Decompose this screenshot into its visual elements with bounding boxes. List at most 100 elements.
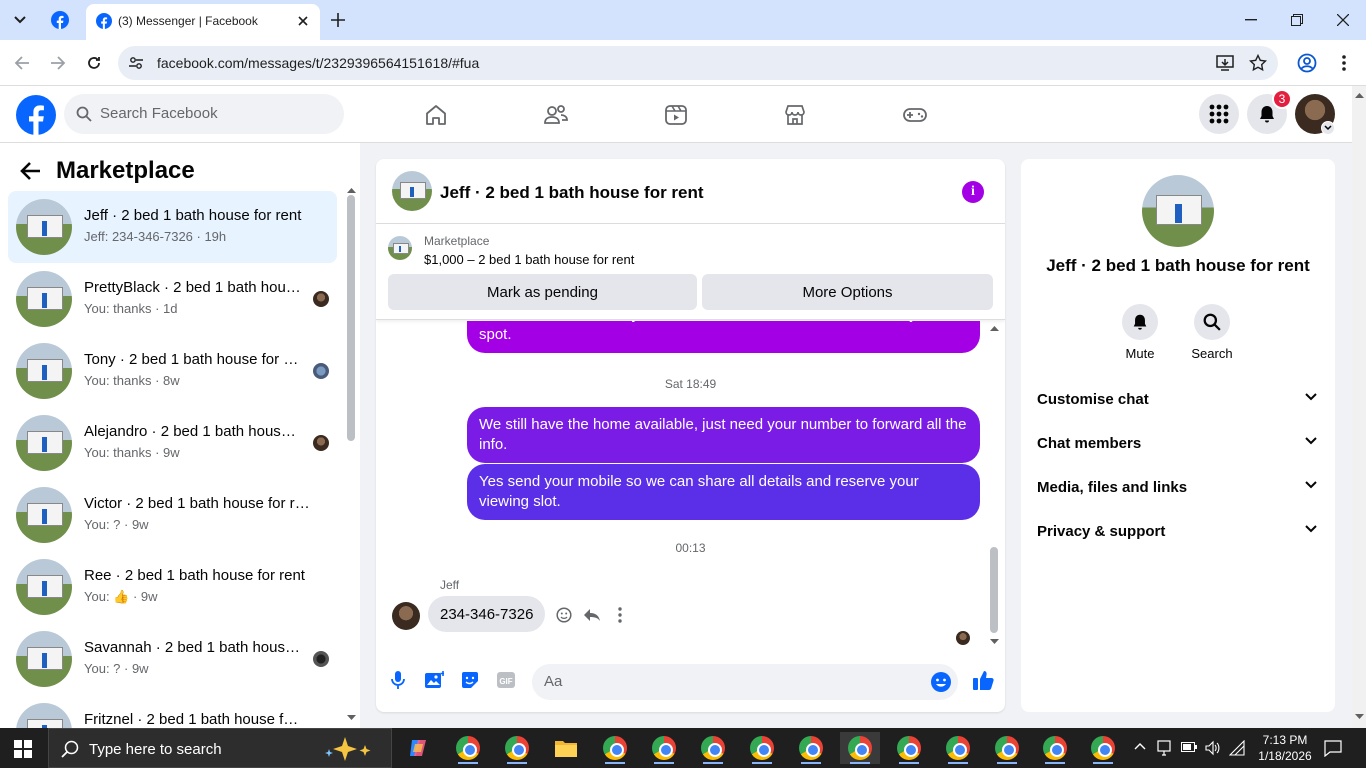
reload-icon[interactable] (82, 51, 106, 75)
browser-menu-icon[interactable] (1336, 53, 1352, 73)
listing-thumbnail (16, 631, 72, 687)
sent-message[interactable]: We still have the home available, just n… (467, 407, 980, 463)
conversation-item[interactable]: Ree · 2 bed 1 bath house for rent You: 👍… (8, 551, 337, 623)
video-icon[interactable] (661, 100, 691, 130)
chrome-app-icon[interactable] (1035, 732, 1075, 764)
conversation-item[interactable]: Tony · 2 bed 1 bath house for rent You: … (8, 335, 337, 407)
chat-title[interactable]: Jeff · 2 bed 1 bath house for rent (440, 183, 704, 203)
reply-icon[interactable] (583, 606, 601, 624)
close-window-icon[interactable] (1320, 0, 1366, 40)
site-settings-icon[interactable] (128, 55, 144, 71)
close-tab-icon[interactable] (294, 12, 312, 30)
chat-scrollbar[interactable] (990, 547, 998, 633)
conversation-item[interactable]: Jeff · 2 bed 1 bath house for rent Jeff:… (8, 191, 337, 263)
conversation-item[interactable]: Alejandro · 2 bed 1 bath house for rent … (8, 407, 337, 479)
sidebar-scrollbar[interactable] (347, 195, 355, 441)
conversation-item[interactable]: Savannah · 2 bed 1 bath house for rent Y… (8, 623, 337, 695)
chrome-app-icon[interactable] (1083, 732, 1123, 764)
listing-thumbnail[interactable] (388, 236, 412, 260)
search-conversation-button[interactable]: Search (1182, 304, 1242, 361)
copilot-icon[interactable] (398, 732, 438, 764)
notification-center-icon[interactable] (1324, 739, 1342, 757)
meet-now-icon[interactable] (1157, 740, 1171, 756)
search-highlight-sparkle-icon (321, 735, 377, 763)
facebook-search-input[interactable]: Search Facebook (64, 94, 344, 134)
chat-scroll-up-icon[interactable] (990, 325, 999, 331)
emoji-picker-icon[interactable] (930, 671, 952, 693)
chat-members-row[interactable]: Chat members (1037, 423, 1319, 467)
tab-search-dropdown-icon[interactable] (8, 8, 32, 32)
customise-chat-row[interactable]: Customise chat (1037, 379, 1319, 423)
section-label: Privacy & support (1037, 523, 1166, 540)
friends-icon[interactable] (541, 100, 571, 130)
chrome-profile-app-icon[interactable] (448, 732, 488, 764)
chrome-app-icon[interactable] (889, 732, 929, 764)
photo-attach-icon[interactable] (422, 668, 446, 692)
account-chevron-icon[interactable] (1321, 121, 1335, 135)
chrome-app-icon[interactable] (791, 732, 831, 764)
conversation-item[interactable]: Fritznel · 2 bed 1 bath house for rent (8, 695, 337, 729)
file-explorer-icon[interactable] (546, 732, 586, 764)
marketplace-icon[interactable] (780, 100, 810, 130)
back-arrow-icon[interactable] (20, 161, 42, 181)
chrome-app-icon[interactable] (987, 732, 1027, 764)
chrome-app-icon[interactable] (497, 732, 537, 764)
windows-start-icon[interactable] (14, 740, 32, 758)
mark-as-pending-button[interactable]: Mark as pending (388, 274, 697, 310)
conversation-item[interactable]: PrettyBlack · 2 bed 1 bath house for ren… (8, 263, 337, 335)
back-icon[interactable] (10, 51, 34, 75)
listing-thumbnail (16, 343, 72, 399)
info-icon[interactable]: i (962, 181, 984, 203)
conversation-avatar[interactable] (1142, 175, 1214, 247)
received-message[interactable]: 234-346-7326 (428, 596, 546, 632)
menu-grid-icon[interactable] (1199, 94, 1239, 134)
chrome-app-icon[interactable] (938, 732, 978, 764)
volume-icon[interactable] (1205, 740, 1221, 756)
chrome-app-icon-active[interactable] (840, 732, 880, 764)
forward-icon[interactable] (46, 51, 70, 75)
wifi-icon[interactable] (1229, 740, 1245, 756)
profile-icon[interactable] (1297, 53, 1317, 73)
minimize-icon[interactable] (1228, 0, 1274, 40)
microphone-icon[interactable] (386, 668, 410, 692)
chrome-app-icon[interactable] (644, 732, 684, 764)
gaming-icon[interactable] (900, 100, 930, 130)
system-clock[interactable]: 7:13 PM 1/18/2026 (1255, 732, 1315, 764)
home-icon[interactable] (421, 100, 451, 130)
page-scroll-down-icon[interactable] (1355, 714, 1364, 720)
conversation-item[interactable]: Victor · 2 bed 1 bath house for rent You… (8, 479, 337, 551)
sidebar-scroll-down-icon[interactable] (347, 715, 356, 721)
page-scroll-up-icon[interactable] (1355, 92, 1364, 98)
battery-icon[interactable] (1181, 742, 1197, 752)
chat-scroll-down-icon[interactable] (990, 639, 999, 645)
restore-icon[interactable] (1274, 0, 1320, 40)
chrome-app-icon[interactable] (742, 732, 782, 764)
show-hidden-icons-icon[interactable] (1134, 742, 1146, 750)
privacy-support-row[interactable]: Privacy & support (1037, 511, 1319, 555)
page-scrollbar[interactable] (1352, 86, 1366, 728)
media-files-links-row[interactable]: Media, files and links (1037, 467, 1319, 511)
sent-message[interactable]: Yes send your mobile so we can share all… (467, 464, 980, 520)
mute-button[interactable]: Mute (1110, 304, 1170, 361)
chat-avatar[interactable] (392, 171, 432, 211)
gif-icon[interactable]: GIF (494, 668, 518, 692)
sender-avatar[interactable] (392, 602, 420, 630)
url-omnibox[interactable]: facebook.com/messages/t/2329396564151618… (118, 46, 1278, 80)
listing-price-title[interactable]: $1,000 – 2 bed 1 bath house for rent (424, 252, 634, 267)
chrome-app-icon[interactable] (595, 732, 635, 764)
pinned-facebook-tab-icon[interactable] (48, 8, 72, 32)
active-tab[interactable]: (3) Messenger | Facebook (86, 4, 320, 40)
more-actions-icon[interactable] (611, 606, 629, 624)
sent-message[interactable]: Still available we need your number to s… (467, 321, 980, 353)
message-input[interactable]: Aa (532, 664, 958, 700)
bookmark-star-icon[interactable] (1249, 54, 1267, 72)
react-emoji-icon[interactable] (555, 606, 573, 624)
taskbar-search-box[interactable]: Type here to search (48, 728, 392, 768)
facebook-logo-icon[interactable] (16, 95, 56, 135)
sticker-icon[interactable] (458, 668, 482, 692)
new-tab-icon[interactable] (328, 10, 348, 30)
install-app-icon[interactable] (1216, 54, 1234, 72)
chrome-app-icon[interactable] (693, 732, 733, 764)
more-options-button[interactable]: More Options (702, 274, 993, 310)
thumbs-up-send-icon[interactable] (971, 668, 995, 692)
